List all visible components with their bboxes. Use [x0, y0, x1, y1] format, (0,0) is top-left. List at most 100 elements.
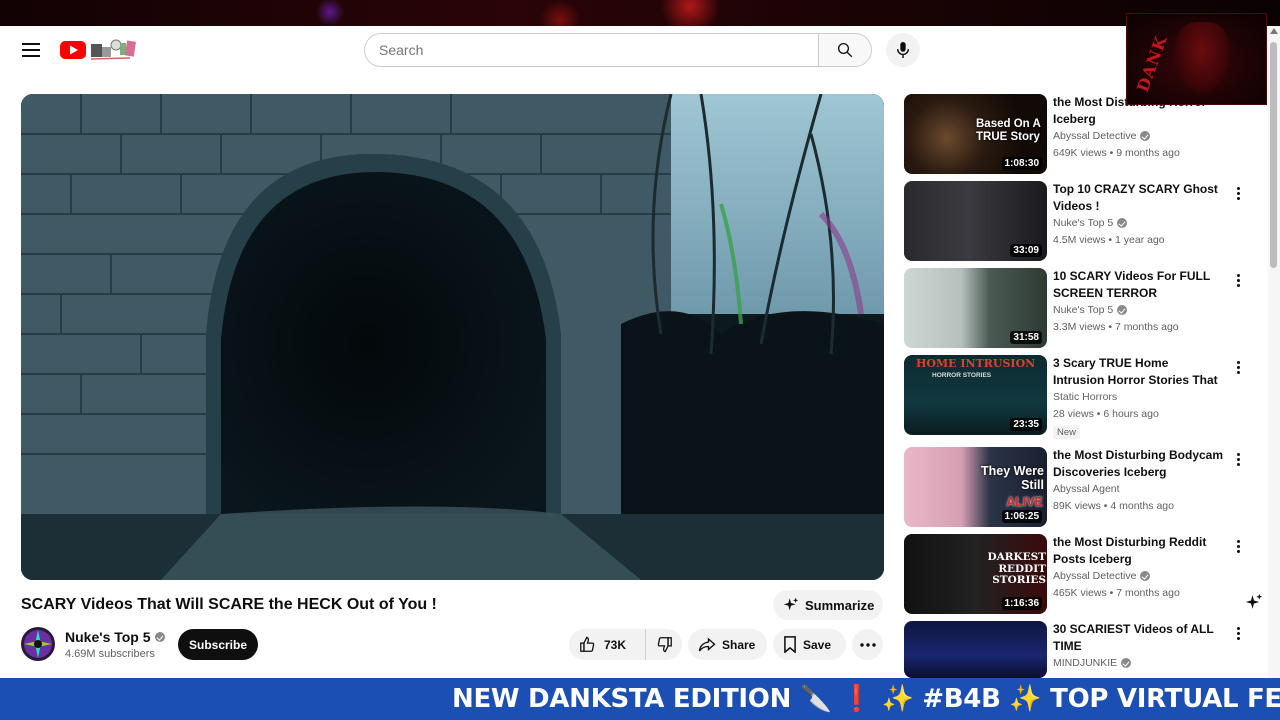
recommendation-channel[interactable]: Nuke's Top 5 — [1053, 304, 1128, 316]
more-horizontal-icon — [859, 642, 876, 647]
like-dislike-group: 73K — [569, 629, 682, 660]
youtube-logo[interactable] — [60, 38, 138, 62]
more-vertical-icon[interactable] — [1233, 183, 1243, 203]
recommendation-channel-name: MINDJUNKIE — [1053, 657, 1118, 669]
search-button[interactable] — [818, 33, 872, 67]
video-thumbnail[interactable]: 33:09 — [904, 181, 1047, 261]
voice-search-button[interactable] — [886, 33, 920, 67]
webcam-overlay: DANK — [1126, 13, 1267, 105]
dislike-button[interactable] — [646, 629, 682, 660]
recommendation-channel[interactable]: MINDJUNKIE — [1053, 657, 1132, 669]
video-thumbnail[interactable]: They Were Still ALIVE 1:06:25 — [904, 447, 1047, 527]
video-player[interactable] — [21, 94, 884, 580]
channel-name-text: Nuke's Top 5 — [65, 629, 151, 645]
webcam-face — [1173, 22, 1231, 94]
recommendation-channel-name: Abyssal Detective — [1053, 130, 1137, 142]
verified-icon — [1140, 571, 1151, 581]
new-badge: New — [1053, 426, 1081, 439]
video-duration: 31:58 — [1010, 331, 1042, 344]
recommendation-item[interactable]: 30 SCARIEST Videos of ALL TIME MINDJUNKIE — [904, 621, 1259, 678]
recommendation-title[interactable]: the Most Disturbing Bodycam Discoveries … — [1053, 447, 1223, 481]
thumbnail-text-red: ALIVE — [1006, 495, 1043, 509]
video-frame — [21, 94, 884, 580]
more-vertical-icon[interactable] — [1233, 449, 1243, 469]
thumbnail-text: DARKEST REDDIT STORIES — [987, 551, 1046, 587]
recommendation-meta: 3.3M views • 7 months ago — [1053, 321, 1179, 333]
save-button[interactable]: Save — [773, 629, 846, 660]
verified-icon — [154, 632, 165, 642]
recommendation-title[interactable]: the Most Disturbing Reddit Posts Iceberg — [1053, 534, 1223, 568]
verified-icon — [1117, 218, 1128, 228]
recommendation-channel-name: Static Horrors — [1053, 391, 1118, 403]
video-thumbnail[interactable] — [904, 621, 1047, 678]
recommendation-channel[interactable]: Static Horrors — [1053, 391, 1117, 403]
search-input[interactable] — [365, 34, 819, 66]
share-icon — [698, 637, 716, 651]
bookmark-icon — [784, 636, 796, 653]
like-count: 73K — [604, 637, 627, 652]
thumbnail-text: HOME INTRUSION — [916, 357, 1036, 370]
recommendation-item[interactable]: 33:09 Top 10 CRAZY SCARY Ghost Videos ! Nu… — [904, 181, 1259, 261]
recommendation-meta: 4.5M views • 1 year ago — [1053, 234, 1165, 246]
recommendation-title[interactable]: Top 10 CRAZY SCARY Ghost Videos ! — [1053, 181, 1223, 215]
video-thumbnail[interactable]: Based On A TRUE Story 1:08:30 — [904, 94, 1047, 174]
summarize-button[interactable]: Summarize — [773, 590, 883, 620]
recommendation-item[interactable]: 31:58 10 SCARY Videos For FULL SCREEN TER… — [904, 268, 1259, 348]
more-vertical-icon[interactable] — [1233, 357, 1243, 377]
video-thumbnail[interactable]: DARKEST REDDIT STORIES 1:16:36 — [904, 534, 1047, 614]
share-label: Share — [722, 637, 756, 652]
recommendation-channel-name: Abyssal Detective — [1053, 570, 1137, 582]
recommendation-item[interactable]: HOME INTRUSION HORROR STORIES 23:35 3 Scary… — [904, 355, 1259, 439]
recommendation-title[interactable]: 10 SCARY Videos For FULL SCREEN TERROR — [1053, 268, 1223, 302]
scrollbar-thumb[interactable] — [1270, 42, 1277, 268]
recommendation-meta: 465K views • 7 months ago — [1053, 587, 1180, 599]
video-duration: 1:08:30 — [1001, 157, 1042, 170]
more-actions-button[interactable] — [852, 629, 883, 660]
recommendation-meta: 89K views • 4 months ago — [1053, 500, 1174, 512]
subscribe-button[interactable]: Subscribe — [178, 629, 258, 660]
save-label: Save — [803, 637, 832, 652]
subscriber-count: 4.69M subscribers — [65, 648, 155, 660]
ask-ai-button[interactable] — [1242, 590, 1266, 614]
recommendation-channel-name: Abyssal Agent — [1053, 483, 1120, 495]
video-duration: 33:09 — [1010, 244, 1042, 257]
recommendation-item[interactable]: They Were Still ALIVE 1:06:25 the Most Dist… — [904, 447, 1259, 527]
recommendation-title[interactable]: 3 Scary TRUE Home Intrusion Horror Stori… — [1053, 355, 1223, 389]
ticker-text: NEW DANKSTA EDITION 🔪 ❗ ✨ #B4B ✨ TOP VIR… — [452, 684, 1280, 714]
recommendation-item[interactable]: DARKEST REDDIT STORIES 1:16:36 the Most Di… — [904, 534, 1259, 614]
recommendation-title[interactable]: 30 SCARIEST Videos of ALL TIME — [1053, 621, 1223, 655]
share-button[interactable]: Share — [688, 629, 767, 660]
recommendation-channel[interactable]: Abyssal Detective — [1053, 570, 1151, 582]
recommendation-item[interactable]: Based On A TRUE Story1:08:30the Most Dis… — [904, 94, 1259, 174]
video-title: SCARY Videos That Will SCARE the HECK Ou… — [21, 596, 437, 613]
video-duration: 23:35 — [1010, 418, 1042, 431]
verified-icon — [1140, 131, 1151, 141]
stream-overlay-top — [0, 0, 1280, 26]
more-vertical-icon[interactable] — [1233, 623, 1243, 643]
recommendation-channel-name: Nuke's Top 5 — [1053, 217, 1114, 229]
video-duration: 1:16:36 — [1001, 597, 1042, 610]
thumbs-down-icon — [657, 637, 672, 653]
more-vertical-icon[interactable] — [1233, 536, 1243, 556]
channel-name[interactable]: Nuke's Top 5 — [65, 629, 165, 645]
webcam-logo-text: DANK — [1133, 32, 1171, 95]
recommendation-meta: 649K views • 9 months ago — [1053, 147, 1180, 159]
more-vertical-icon[interactable] — [1233, 270, 1243, 290]
video-thumbnail[interactable]: 31:58 — [904, 268, 1047, 348]
like-button[interactable]: 73K — [569, 629, 646, 660]
recommendation-channel[interactable]: Abyssal Agent — [1053, 483, 1120, 495]
recommendation-meta: 28 views • 6 hours ago — [1053, 408, 1159, 420]
sparkle-icon — [1245, 593, 1263, 609]
summarize-label: Summarize — [805, 597, 875, 613]
sparkle-icon — [783, 597, 799, 611]
video-thumbnail[interactable]: HOME INTRUSION HORROR STORIES 23:35 — [904, 355, 1047, 435]
channel-avatar[interactable] — [21, 627, 55, 661]
recommendation-channel[interactable]: Nuke's Top 5 — [1053, 217, 1128, 229]
masthead — [0, 26, 1280, 74]
scroll-up-arrow-icon[interactable] — [1270, 28, 1278, 34]
page-scrollbar[interactable] — [1268, 26, 1280, 678]
recommendation-channel[interactable]: Abyssal Detective — [1053, 130, 1151, 142]
menu-icon[interactable] — [20, 40, 42, 60]
verified-icon — [1117, 305, 1128, 315]
verified-icon — [1121, 658, 1132, 668]
